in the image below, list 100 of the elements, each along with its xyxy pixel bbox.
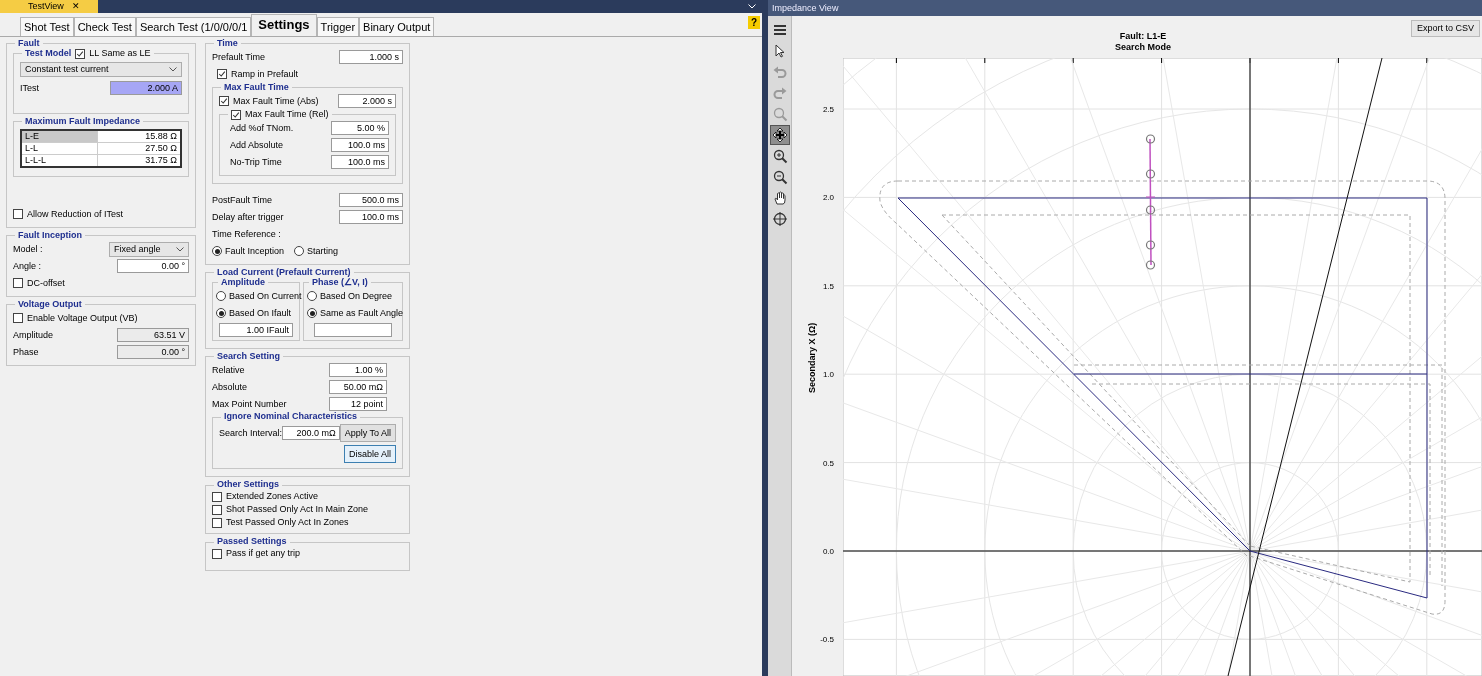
checkbox-label[interactable]: Max Fault Time (Rel)	[245, 109, 329, 120]
input-field[interactable]: 5.00 %	[331, 121, 389, 136]
tick-label: 2.5	[822, 105, 834, 114]
input-field[interactable]: 200.0 mΩ	[282, 426, 340, 441]
input-field[interactable]: 2.000 s	[338, 94, 396, 109]
group-title: Fault	[17, 39, 41, 49]
radio-button[interactable]	[212, 246, 222, 257]
radio-label[interactable]: Based On Ifault	[229, 307, 292, 319]
redo-icon	[771, 85, 788, 101]
field-label: Relative	[212, 364, 245, 376]
model-dropdown[interactable]: Fixed angle	[109, 241, 189, 257]
radio-button[interactable]	[216, 308, 226, 319]
group-title: Test Model	[25, 48, 72, 59]
field-label: No-Trip Time	[230, 156, 282, 168]
toolbar-button[interactable]	[769, 125, 790, 145]
group-title: Ignore Nominal Characteristics	[223, 412, 359, 423]
checkmark-icon	[218, 70, 226, 79]
checkbox[interactable]	[219, 96, 229, 107]
input-field[interactable]: 1.000 s	[339, 50, 403, 65]
input-field[interactable]: 50.00 mΩ	[329, 379, 387, 394]
tab[interactable]: Trigger	[316, 17, 360, 36]
field-label: Angle :	[13, 260, 42, 272]
field-label: Absolute	[212, 381, 248, 393]
input-field[interactable]: 2.000 A	[110, 81, 182, 96]
input-field[interactable]: 100.0 ms	[339, 210, 403, 225]
checkbox-label[interactable]: Enable Voltage Output (VB)	[27, 312, 138, 324]
tab[interactable]: Binary Output	[359, 17, 435, 36]
group-title: Maximum Fault Impedance	[24, 116, 142, 127]
move-icon	[771, 127, 788, 143]
checkbox-label[interactable]: Pass if get any trip	[226, 548, 301, 559]
group-title: Search Setting	[216, 351, 282, 362]
radio-label[interactable]: Based On Degree	[320, 290, 393, 302]
input-field[interactable]: 1.00 %	[329, 362, 387, 377]
field-label: Delay after trigger	[212, 211, 284, 223]
tab[interactable]: Shot Test	[20, 17, 74, 36]
checkbox-label[interactable]: LL Same as LE	[89, 48, 151, 59]
checkbox[interactable]	[13, 278, 23, 289]
button[interactable]: Apply To All	[339, 424, 396, 443]
input-field[interactable]: 100.0 ms	[331, 155, 389, 170]
group-title: Passed Settings	[216, 537, 288, 548]
radio-button[interactable]	[294, 246, 305, 257]
table-cell[interactable]: L-L-L	[22, 154, 98, 166]
help-button[interactable]: ?	[748, 16, 760, 29]
close-icon[interactable]: ✕	[71, 1, 80, 12]
table-cell[interactable]: L-E	[22, 130, 98, 142]
table-cell[interactable]: L-L	[22, 142, 98, 154]
radio-label[interactable]: Same as Fault Angle	[320, 307, 404, 319]
tab[interactable]: Settings	[251, 14, 317, 36]
checkbox[interactable]	[212, 491, 222, 502]
document-tab[interactable]: TestView ✕	[0, 0, 98, 13]
tick-label: 0.5	[822, 458, 834, 468]
export-button[interactable]: Export to CSV	[1410, 20, 1480, 37]
input-field[interactable]: 500.0 ms	[339, 193, 403, 208]
checkbox[interactable]	[75, 48, 86, 59]
group-title: Amplitude	[220, 277, 266, 288]
radio-button[interactable]	[307, 308, 317, 319]
checkbox-label[interactable]: Max Fault Time (Abs)	[233, 95, 319, 107]
checkbox[interactable]	[231, 109, 241, 120]
radio-button[interactable]	[307, 291, 317, 302]
input-field[interactable]: 12 point	[329, 396, 387, 411]
tab[interactable]: Search Test (1/0/0/0/1	[135, 17, 252, 36]
radio-label[interactable]: Based On Current	[229, 290, 302, 302]
field-label: Model :	[13, 243, 43, 255]
checkbox[interactable]	[212, 517, 222, 528]
checkbox-label[interactable]: Extended Zones Active	[226, 491, 319, 503]
radio-label[interactable]: Fault Inception	[225, 245, 285, 257]
tick-label: -0.5	[820, 635, 834, 645]
tick-label: 0.0	[822, 547, 834, 556]
group-title: Max Fault Time	[223, 82, 290, 93]
checkbox[interactable]	[217, 69, 227, 80]
checkbox[interactable]	[13, 313, 23, 324]
input-field[interactable]: 100.0 ms	[331, 138, 389, 153]
field-label: Prefault Time	[212, 52, 266, 63]
search-icon	[771, 106, 788, 122]
checkbox-label[interactable]: Allow Reduction of ITest	[27, 208, 124, 220]
checkbox[interactable]	[212, 504, 222, 515]
checkbox-label[interactable]: DC-offset	[27, 277, 65, 289]
checkbox-label[interactable]: Shot Passed Only Act In Main Zone	[226, 504, 369, 516]
input-field[interactable]	[314, 322, 392, 337]
button[interactable]: Disable All	[343, 445, 396, 464]
checkbox[interactable]	[212, 548, 222, 559]
table-cell-text: 27.50 Ω	[144, 142, 178, 154]
chart-title: Fault: L1-E	[1119, 31, 1167, 41]
test-model-dropdown[interactable]: Constant test current	[20, 61, 182, 77]
field-label: Phase	[13, 346, 39, 358]
input-field[interactable]: 1.00 IFault	[219, 322, 293, 337]
input-field[interactable]: 0.00 °	[117, 259, 189, 274]
caret-icon	[169, 66, 177, 72]
field-label: Add %of TNom.	[230, 122, 294, 134]
panel-title: Impedance View	[768, 0, 1482, 16]
field-label: Add Absolute	[230, 139, 284, 151]
checkbox-label[interactable]: Ramp in Prefault	[231, 69, 299, 80]
radio-label[interactable]: Starting	[307, 245, 339, 257]
crosshair-icon	[771, 211, 788, 227]
checkbox-label[interactable]: Test Passed Only Act In Zones	[226, 517, 349, 529]
tab[interactable]: Check Test	[73, 17, 136, 36]
radio-button[interactable]	[216, 291, 226, 302]
group-title: Fault Inception	[17, 230, 83, 241]
field-label: Amplitude	[13, 329, 54, 341]
checkbox[interactable]	[13, 209, 23, 220]
